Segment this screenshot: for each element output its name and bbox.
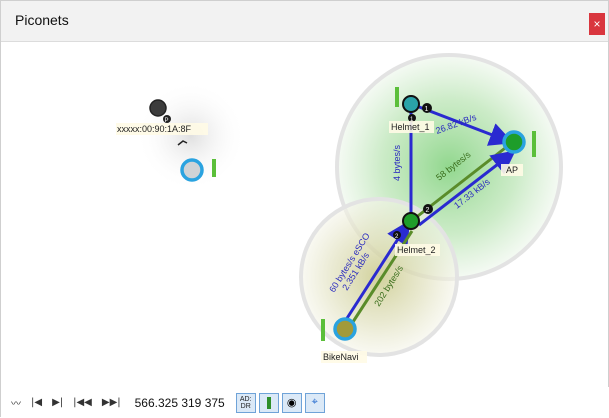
title-bar: Piconets × <box>1 1 608 42</box>
battery-helmet1-icon <box>395 87 399 107</box>
badge-helmet2: 2 <box>426 207 430 214</box>
ad-dr-toggle-button[interactable]: AD: DR <box>235 392 256 413</box>
rewind-icon[interactable]: |◀◀ <box>73 397 92 408</box>
node-bikenavi-icon <box>333 317 357 341</box>
battery-icon <box>266 396 271 409</box>
node-helmet2-icon <box>402 212 420 230</box>
fast-forward-icon[interactable]: ▶▶| <box>102 397 121 408</box>
battery-unknown-icon <box>212 159 216 177</box>
step-back-icon[interactable]: ▶| <box>52 397 63 408</box>
eye-toggle-button[interactable]: ◉ <box>281 392 302 413</box>
eye-icon: ◉ <box>286 397 297 409</box>
battery-toggle-button[interactable] <box>258 392 279 413</box>
node-label-unknown: xxxxx:00:90:1A:8F <box>117 124 192 134</box>
target-toggle-button[interactable]: ⌖ <box>304 392 325 413</box>
badge-helmet1: 1 <box>425 106 429 113</box>
wave-icon[interactable]: 〰 <box>11 395 21 410</box>
dr-label: DR <box>240 402 251 410</box>
link-label-helmet1-helmet2: 4 bytes/s <box>392 144 402 181</box>
ad-label: AD: <box>239 395 252 403</box>
battery-ap-icon <box>532 131 536 157</box>
network-graph: 26.82 kB/s 4 bytes/s 58 bytes/s 17.33 kB… <box>116 53 563 363</box>
window-title: Piconets <box>15 12 69 28</box>
playback-toolbar: 〰 |◀ ▶| |◀◀ ▶▶| 566.325 319 375 AD: DR ◉… <box>1 387 609 418</box>
node-ap-icon <box>502 130 526 154</box>
skip-start-icon[interactable]: |◀ <box>31 397 42 408</box>
node-label-bikenavi: BikeNavi <box>323 352 359 362</box>
node-label-helmet2: Helmet_2 <box>397 245 436 255</box>
close-button[interactable]: × <box>589 13 605 35</box>
node-unknown-master-icon <box>149 99 167 117</box>
piconets-window: Piconets × 26.82 kB/s 4 bytes/s 58 bytes… <box>0 0 609 418</box>
node-label-helmet1: Helmet_1 <box>391 122 430 132</box>
node-unknown-slave-icon <box>180 158 204 182</box>
time-readout: 566.325 319 375 <box>134 395 225 410</box>
node-label-ap: AP <box>506 165 518 175</box>
battery-bikenavi-icon <box>321 319 325 341</box>
piconet-canvas[interactable]: 26.82 kB/s 4 bytes/s 58 bytes/s 17.33 kB… <box>1 41 609 387</box>
node-helmet1-icon <box>402 95 420 113</box>
target-icon: ⌖ <box>311 396 318 408</box>
